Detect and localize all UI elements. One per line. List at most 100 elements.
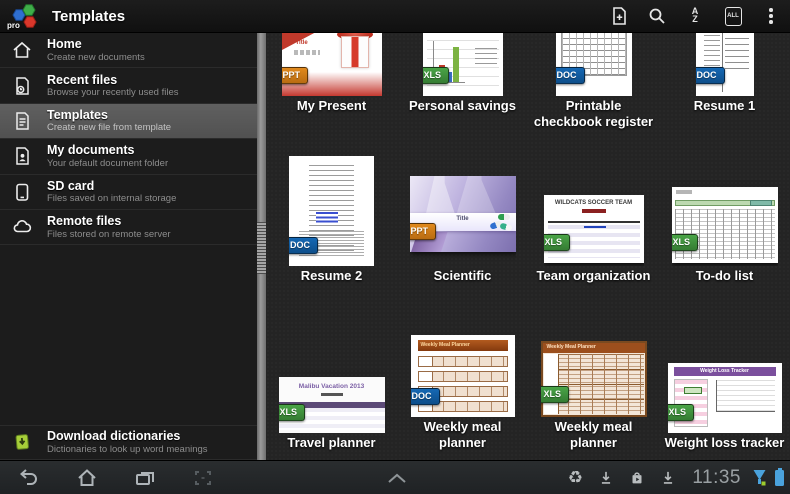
thumb-decor [582,209,606,213]
thumb-title: WILDCATS SOCCER TEAM [544,200,644,206]
sort-button[interactable]: A Z [676,0,714,33]
overflow-menu-button[interactable] [752,0,790,33]
pane-divider-handle[interactable] [257,33,266,460]
sidebar-item-label: Home [47,37,145,51]
recent-apps-icon [133,467,157,489]
app-screen: pro Templates A Z ALL [0,0,790,494]
search-icon [646,5,668,27]
template-grid: Title PPT My Present XLS Personal saving… [266,33,790,460]
action-bar: pro Templates A Z ALL [0,0,790,33]
sidebar-item-label: My documents [47,143,168,157]
sidebar-item-home[interactable]: Home Create new documents [0,33,257,68]
battery-icon [775,470,784,486]
template-tile-to-do-list[interactable]: XLS To-do list [659,133,790,328]
sidebar-item-remote-files[interactable]: Remote files Files stored on remote serv… [0,210,257,245]
recent-files-icon [9,73,35,99]
template-tile-team-organization[interactable]: WILDCATS SOCCER TEAM XLS Team organizati… [528,133,659,328]
screenshot-button[interactable] [174,461,232,494]
home-nav-button[interactable] [58,461,116,494]
thumb-decor [725,33,749,70]
templates-icon [9,108,35,134]
officesuite-pro-logo-icon[interactable]: pro [6,1,42,31]
recycle-status-icon: ♻ [564,467,586,489]
thumb-decor [584,226,606,228]
dictionary-download-icon [9,429,35,455]
template-thumbnail: DOC [556,33,632,96]
file-type-badge: DOC [696,67,725,84]
template-name: Weekly meal planner [532,419,656,452]
thumb-decor [294,50,320,55]
sidebar-item-sublabel: Files saved on internal storage [47,193,176,204]
download-status-icon-2 [657,467,679,489]
file-type-badge: DOC [556,67,585,84]
cloud-icon [9,214,35,240]
sidebar-item-label: Download dictionaries [47,429,208,443]
sidebar-item-templates[interactable]: Templates Create new file from template [0,104,257,139]
thumb-decor [321,393,343,396]
filter-all-icon: ALL [725,7,742,26]
back-icon [17,467,41,489]
template-name: Weekly meal planner [401,419,525,452]
template-tile-resume-1[interactable]: DOC Resume 1 [659,33,790,133]
home-nav-icon [75,467,99,489]
template-tile-weekly-meal-planner-doc[interactable]: Weekly Meal Planner DOC Weekly meal plan… [397,328,528,460]
template-name: Weight loss tracker [665,435,785,451]
page-title: Templates [52,8,125,25]
template-thumbnail: Malibu Vacation 2013 XLS [279,377,385,433]
home-icon [9,37,35,63]
overflow-menu-icon [769,8,773,24]
screenshot-icon [191,467,215,489]
file-type-badge: DOC [289,237,318,254]
template-tile-scientific[interactable]: Title PPT Scientific [397,133,528,328]
thumb-title: Weight Loss Tracker [668,368,782,374]
sidebar-item-label: SD card [47,179,176,193]
filter-button[interactable]: ALL [714,0,752,33]
sidebar-item-label: Recent files [47,73,178,87]
file-type-badge: XLS [544,234,571,251]
thumb-decor [418,356,508,367]
template-tile-weekly-meal-planner-xls[interactable]: Weekly Meal Planner XLS Weekly meal plan… [528,328,659,460]
sidebar-item-sd-card[interactable]: SD card Files saved on internal storage [0,175,257,210]
thumb-decor [544,354,644,414]
template-tile-personal-savings[interactable]: XLS Personal savings [397,33,528,133]
sidebar-item-my-documents[interactable]: My documents Your default document folde… [0,139,257,174]
template-thumbnail: DOC [289,156,374,266]
template-thumbnail: Weekly Meal Planner DOC [411,335,515,417]
sidebar-item-download-dictionaries[interactable]: Download dictionaries Dictionaries to lo… [0,425,257,460]
template-tile-printable-checkbook-register[interactable]: DOC Printable checkbook register [528,33,659,133]
sidebar-item-recent-files[interactable]: Recent files Browse your recently used f… [0,68,257,103]
sd-card-icon [9,179,35,205]
file-type-badge: PPT [282,67,309,84]
system-bar: ♻ 11:35 [0,460,790,494]
expand-panel-handle[interactable] [382,461,412,494]
recent-apps-button[interactable] [116,461,174,494]
template-name: Team organization [537,268,651,284]
template-tile-resume-2[interactable]: DOC Resume 2 [266,133,397,328]
new-document-button[interactable] [600,0,638,33]
sidebar-item-sublabel: Create new documents [47,52,145,63]
template-tile-weight-loss-tracker[interactable]: Weight Loss Tracker XLS Weight loss trac… [659,328,790,460]
back-button[interactable] [0,461,58,494]
template-name: My Present [297,98,366,114]
sidebar-item-label: Remote files [47,214,171,228]
thumb-title: Weekly Meal Planner [547,344,596,350]
sidebar: Home Create new documents Recent files B… [0,33,257,460]
sidebar-item-sublabel: Files stored on remote server [47,229,171,240]
download-status-icon [595,467,617,489]
template-tile-travel-planner[interactable]: Malibu Vacation 2013 XLS Travel planner [266,328,397,460]
template-thumbnail: Weekly Meal Planner XLS [541,341,647,417]
template-name: To-do list [696,268,754,284]
template-name: Personal savings [409,98,516,114]
sidebar-item-sublabel: Dictionaries to look up word meanings [47,444,208,455]
sidebar-item-sublabel: Your default document folder [47,158,168,169]
template-name: Resume 2 [301,268,362,284]
thumb-title: Weekly Meal Planner [421,342,470,348]
template-name: Travel planner [287,435,375,451]
thumb-decor [548,221,640,223]
template-tile-my-present[interactable]: Title PPT My Present [266,33,397,133]
signal-status-icon [752,467,766,489]
chevron-up-icon [386,472,408,484]
search-button[interactable] [638,0,676,33]
file-type-badge: XLS [423,67,450,84]
status-tray[interactable]: ♻ 11:35 [564,467,790,489]
